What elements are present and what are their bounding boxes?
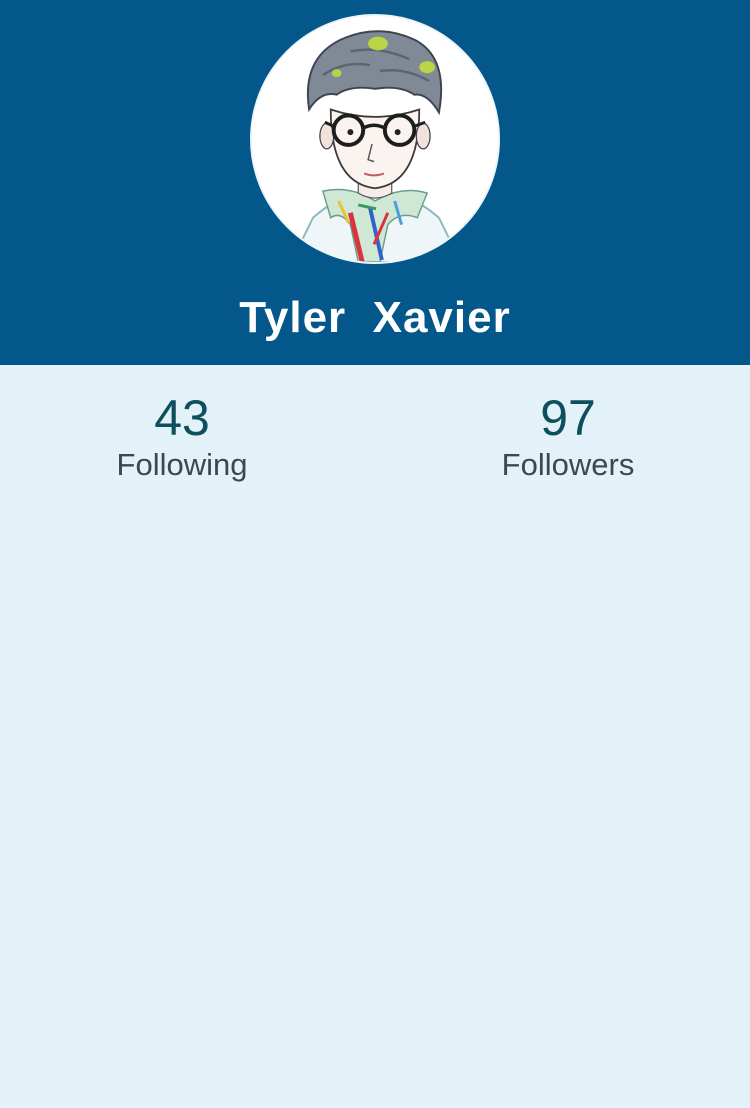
profile-name: Tyler Xavier [239,293,511,342]
following-count: 43 [154,390,210,446]
following-label: Following [116,447,248,482]
profile-header: Tyler Xavier [0,0,750,365]
followers-count: 97 [540,390,596,446]
following-stat[interactable]: 43 Following [32,389,332,485]
followers-label: Followers [501,447,635,482]
followers-stat[interactable]: 97 Followers [418,389,718,485]
user-avatar-illustration-icon [252,16,498,262]
profile-stats: 43 Following 97 Followers [0,365,750,505]
avatar[interactable] [250,14,500,264]
